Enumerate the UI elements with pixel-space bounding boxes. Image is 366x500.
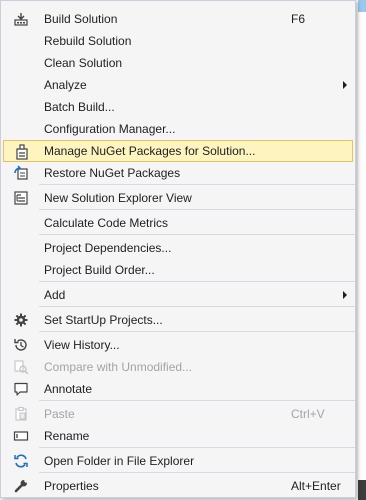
submenu-arrow-icon	[343, 291, 347, 299]
menu-item-label: Analyze	[44, 78, 87, 92]
menu-item-label: Build Solution	[44, 12, 118, 26]
menu-item-label: Properties	[44, 479, 99, 493]
menu-item-new-solution-explorer-view[interactable]: New Solution Explorer View	[3, 187, 353, 209]
menu-separator	[39, 184, 355, 185]
rename-icon	[13, 428, 29, 444]
menu-item-label: Add	[44, 288, 66, 302]
open-folder-icon	[13, 453, 29, 469]
menu-item-batch-build[interactable]: Batch Build...	[3, 96, 353, 118]
menu-separator	[39, 331, 355, 332]
menu-item-shortcut: F6	[291, 12, 306, 26]
menu-item-label: Compare with Unmodified...	[44, 360, 193, 374]
menu-item-project-dependencies[interactable]: Project Dependencies...	[3, 237, 353, 259]
menu-item-annotate[interactable]: Annotate	[3, 378, 353, 400]
menu-separator	[39, 472, 355, 473]
menu-item-project-build-order[interactable]: Project Build Order...	[3, 259, 353, 281]
menu-item-label: Clean Solution	[44, 56, 123, 70]
menu-separator	[39, 281, 355, 282]
wrench-icon	[13, 478, 29, 494]
menu-item-paste[interactable]: Paste Ctrl+V	[3, 403, 353, 425]
menu-item-label: Batch Build...	[44, 100, 115, 114]
menu-item-label: Annotate	[44, 382, 93, 396]
menu-item-open-folder-in-file-explorer[interactable]: Open Folder in File Explorer	[3, 450, 353, 472]
menu-item-shortcut: Ctrl+V	[291, 407, 325, 421]
menu-item-label: Manage NuGet Packages for Solution...	[44, 144, 256, 158]
solution-context-menu: Build Solution F6 Rebuild Solution Clean…	[0, 0, 356, 498]
menu-item-view-history[interactable]: View History...	[3, 334, 353, 356]
menu-item-rename[interactable]: Rename	[3, 425, 353, 447]
restore-nuget-icon	[13, 165, 29, 181]
background-editor	[358, 0, 366, 500]
new-explorer-view-icon	[13, 190, 29, 206]
menu-item-label: Set StartUp Projects...	[44, 313, 163, 327]
menu-separator	[39, 447, 355, 448]
menu-item-add[interactable]: Add	[3, 284, 353, 306]
menu-separator	[39, 306, 355, 307]
menu-item-analyze[interactable]: Analyze	[3, 74, 353, 96]
submenu-arrow-icon	[343, 81, 347, 89]
menu-item-label: Project Dependencies...	[44, 241, 172, 255]
history-icon	[13, 337, 29, 353]
menu-item-properties[interactable]: Properties Alt+Enter	[3, 475, 353, 497]
menu-item-calculate-code-metrics[interactable]: Calculate Code Metrics	[3, 212, 353, 234]
build-solution-icon	[13, 11, 29, 27]
menu-item-label: View History...	[44, 338, 120, 352]
menu-item-configuration-manager[interactable]: Configuration Manager...	[3, 118, 353, 140]
menu-item-label: Calculate Code Metrics	[44, 216, 169, 230]
background-status-strip	[358, 480, 366, 500]
menu-item-label: New Solution Explorer View	[44, 191, 192, 205]
menu-item-label: Configuration Manager...	[44, 122, 176, 136]
background-selection	[358, 0, 366, 12]
menu-item-manage-nuget-packages[interactable]: Manage NuGet Packages for Solution...	[3, 140, 353, 162]
menu-item-label: Paste	[44, 407, 75, 421]
menu-item-clean-solution[interactable]: Clean Solution	[3, 52, 353, 74]
menu-item-set-startup-projects[interactable]: Set StartUp Projects...	[3, 309, 353, 331]
gear-icon	[13, 312, 29, 328]
menu-separator	[39, 209, 355, 210]
compare-icon	[13, 359, 29, 375]
menu-separator	[39, 400, 355, 401]
menu-item-shortcut: Alt+Enter	[291, 479, 341, 493]
nuget-icon	[14, 144, 30, 160]
menu-item-label: Rebuild Solution	[44, 34, 132, 48]
annotate-icon	[13, 381, 29, 397]
menu-item-compare-with-unmodified[interactable]: Compare with Unmodified...	[3, 356, 353, 378]
menu-item-label: Rename	[44, 429, 90, 443]
menu-item-restore-nuget-packages[interactable]: Restore NuGet Packages	[3, 162, 353, 184]
menu-item-label: Open Folder in File Explorer	[44, 454, 195, 468]
paste-icon	[13, 406, 29, 422]
menu-item-rebuild-solution[interactable]: Rebuild Solution	[3, 30, 353, 52]
menu-separator	[39, 234, 355, 235]
menu-item-build-solution[interactable]: Build Solution F6	[3, 8, 353, 30]
menu-item-label: Project Build Order...	[44, 263, 155, 277]
menu-item-label: Restore NuGet Packages	[44, 166, 181, 180]
